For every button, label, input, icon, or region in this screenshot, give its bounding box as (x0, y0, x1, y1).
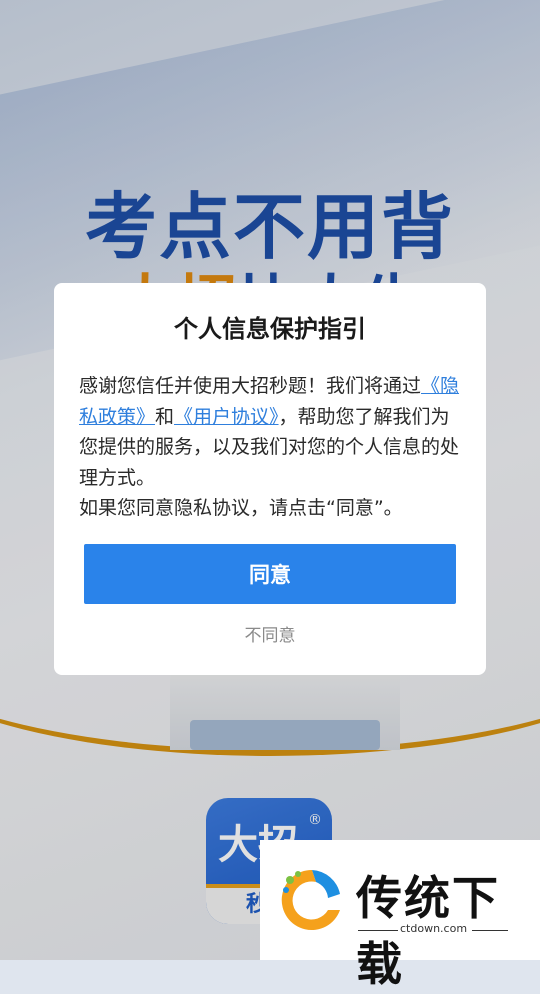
site-watermark: 传统下载 ctdown.com (260, 840, 540, 991)
watermark-logo-icon (281, 869, 340, 930)
dialog-paragraph-2: 如果您同意隐私协议，请点击“同意”。 (79, 497, 403, 519)
dialog-body: 感谢您信任并使用大招秒题！我们将通过《隐私政策》和《用户协议》，帮助您了解我们为… (79, 371, 463, 524)
privacy-dialog: 个人信息保护指引 感谢您信任并使用大招秒题！我们将通过《隐私政策》和《用户协议》… (54, 283, 486, 675)
body-and: 和 (155, 405, 175, 428)
watermark-line-right (472, 930, 508, 931)
dialog-title: 个人信息保护指引 (174, 315, 366, 343)
watermark-line-left (358, 930, 398, 931)
agree-button[interactable]: 同意 (84, 544, 456, 604)
disagree-button[interactable]: 不同意 (54, 621, 486, 646)
watermark-url: ctdown.com (400, 922, 468, 935)
body-text-1: 感谢您信任并使用大招秒题！我们将通过 (79, 375, 422, 397)
dialog-paragraph-1: 感谢您信任并使用大招秒题！我们将通过《隐私政策》和《用户协议》，帮助您了解我们为… (79, 371, 463, 493)
user-agreement-link[interactable]: 《用户协议》 (174, 406, 279, 428)
